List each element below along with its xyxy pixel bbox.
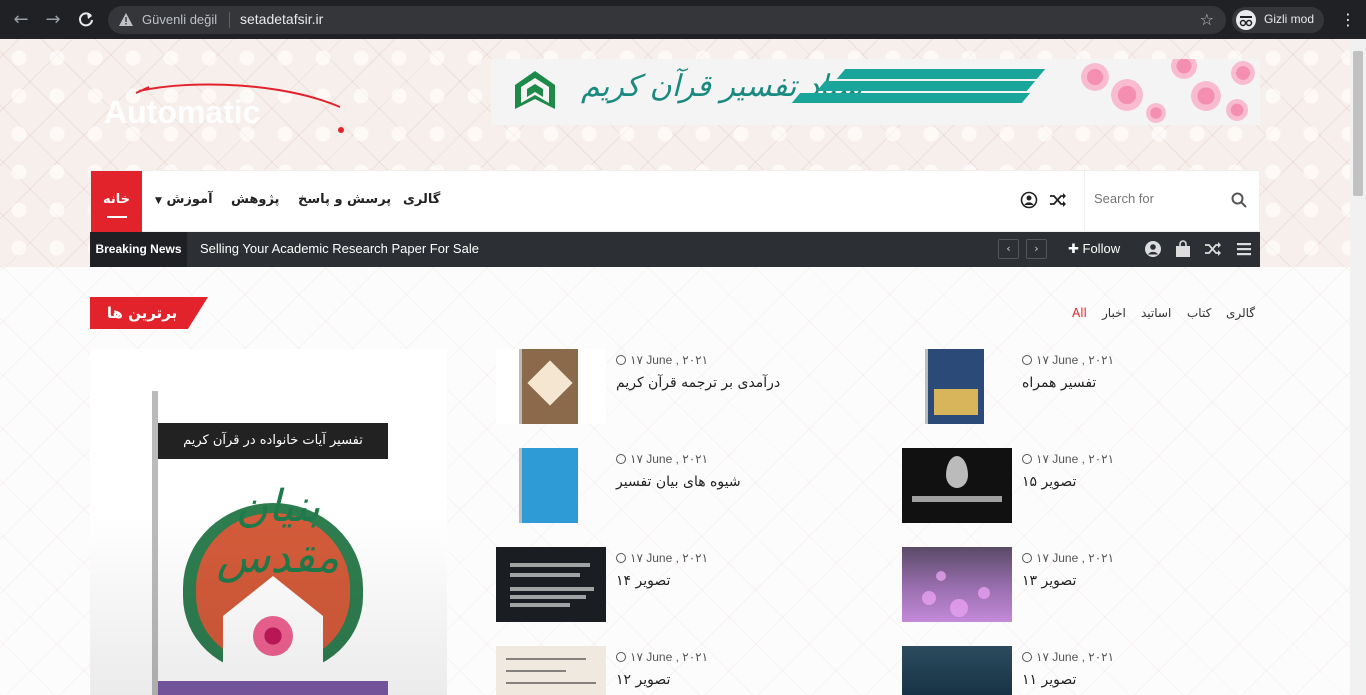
breaking-news-label: Breaking News — [90, 232, 187, 267]
post-title[interactable]: تفسیر همراه — [1022, 375, 1252, 391]
nav-item-label: آموزش — [166, 192, 213, 207]
address-bar[interactable]: Güvenli değil setadetafsir.ir ☆ — [108, 6, 1226, 34]
post-date: ۱۷ June , ۲۰۲۱ — [616, 452, 846, 466]
follow-button[interactable]: ✚ Follow — [1068, 241, 1120, 257]
forward-icon[interactable]: → — [42, 9, 64, 31]
flower-decoration — [1146, 103, 1166, 123]
hamburger-menu-icon[interactable] — [1235, 240, 1253, 258]
security-label[interactable]: Güvenli değil — [142, 12, 217, 27]
shuffle-icon[interactable] — [1049, 191, 1067, 209]
incognito-icon — [1236, 10, 1256, 30]
list-item[interactable]: ۱۷ June , ۲۰۲۱ تصویر ۱۲ — [496, 646, 846, 695]
more-menu-icon[interactable]: ⋮ — [1340, 10, 1356, 30]
shuffle-icon[interactable] — [1204, 240, 1222, 258]
site-logo[interactable]: Automatic — [104, 81, 354, 151]
post-title[interactable]: تصویر ۱۲ — [616, 672, 846, 688]
search-icon[interactable] — [1231, 192, 1247, 208]
user-icon[interactable] — [1020, 191, 1038, 209]
flower-decoration — [1226, 99, 1248, 121]
warning-icon — [119, 13, 133, 26]
post-title[interactable]: تصویر ۱۳ — [1022, 573, 1252, 589]
list-item[interactable]: ۱۷ June , ۲۰۲۱ تصویر ۱۱ — [902, 646, 1252, 695]
image-overlay — [90, 515, 447, 695]
nav-item-qa[interactable]: پرسش و پاسخ — [298, 192, 391, 207]
caret-down-icon: ▼ — [155, 196, 162, 206]
logo-text: Automatic — [104, 94, 260, 130]
filter-teachers[interactable]: اساتید — [1141, 306, 1171, 320]
post-title[interactable]: شیوه های بیان تفسیر — [616, 474, 846, 490]
post-date: ۱۷ June , ۲۰۲۱ — [1022, 353, 1252, 367]
header-banner[interactable]: ستاد تفسیر قرآن کریم — [491, 59, 1260, 125]
post-thumbnail[interactable] — [496, 547, 606, 622]
user-icon[interactable] — [1144, 240, 1162, 258]
post-date: ۱۷ June , ۲۰۲۱ — [616, 353, 846, 367]
section-title-text: برترین ها — [106, 304, 178, 322]
search-box — [1084, 171, 1259, 232]
post-title[interactable]: تصویر ۱۱ — [1022, 672, 1252, 688]
flower-decoration — [1231, 61, 1255, 85]
filter-gallery[interactable]: گالری — [1226, 306, 1255, 320]
list-item[interactable]: ۱۷ June , ۲۰۲۱ تصویر ۱۵ — [902, 448, 1252, 526]
browser-toolbar: ← → Güvenli değil setadetafsir.ir ☆ Gizl… — [0, 0, 1366, 39]
filter-books[interactable]: کتاب — [1187, 306, 1211, 320]
reload-icon[interactable] — [75, 9, 97, 31]
web-page: Automatic ستاد تفسیر قرآن کریم خانه آموز… — [0, 39, 1350, 695]
post-date: ۱۷ June , ۲۰۲۱ — [616, 650, 846, 664]
flower-decoration — [1081, 63, 1109, 91]
incognito-badge[interactable]: Gizli mod — [1232, 7, 1324, 33]
book-header-text: تفسیر آیات خانواده در قرآن کریم — [158, 423, 388, 459]
post-thumbnail[interactable] — [902, 349, 1012, 424]
post-thumbnail[interactable] — [902, 448, 1012, 523]
flower-decoration — [1171, 59, 1197, 79]
post-thumbnail[interactable] — [496, 646, 606, 695]
post-title[interactable]: تصویر ۱۴ — [616, 573, 846, 589]
post-thumbnail[interactable] — [496, 448, 606, 523]
banner-stripe — [836, 69, 1046, 79]
banner-stripe — [816, 81, 1036, 91]
divider — [229, 12, 230, 28]
post-date: ۱۷ June , ۲۰۲۱ — [1022, 650, 1252, 664]
list-item[interactable]: ۱۷ June , ۲۰۲۱ تفسیر همراه — [902, 349, 1252, 427]
banner-stripe — [791, 93, 1031, 103]
incognito-label: Gizli mod — [1264, 12, 1315, 26]
section-title: برترین ها — [90, 297, 208, 329]
flower-decoration — [1111, 79, 1143, 111]
list-item[interactable]: ۱۷ June , ۲۰۲۱ شیوه های بیان تفسیر — [496, 448, 846, 526]
nav-item-education[interactable]: آموزش ▼ — [155, 192, 213, 207]
nav-item-gallery[interactable]: گالری — [403, 192, 440, 207]
star-icon[interactable]: ☆ — [1200, 10, 1214, 29]
post-date: ۱۷ June , ۲۰۲۱ — [616, 551, 846, 565]
post-thumbnail[interactable] — [496, 349, 606, 424]
list-item[interactable]: ۱۷ June , ۲۰۲۱ درآمدی بر ترجمه قرآن کریم — [496, 349, 846, 427]
shopping-bag-icon[interactable] — [1174, 240, 1192, 258]
breaking-news-bar: Breaking News Selling Your Academic Rese… — [90, 232, 1260, 267]
flower-decoration — [1191, 81, 1221, 111]
post-date: ۱۷ June , ۲۰۲۱ — [1022, 452, 1252, 466]
filter-news[interactable]: اخبار — [1102, 306, 1126, 320]
featured-post[interactable]: تفسیر آیات خانواده در قرآن کریم بنیان مق… — [90, 349, 447, 695]
filter-all[interactable]: All — [1072, 306, 1087, 320]
post-title[interactable]: تصویر ۱۵ — [1022, 474, 1252, 490]
post-thumbnail[interactable] — [902, 646, 1012, 695]
page-scrollbar[interactable] — [1350, 39, 1366, 695]
search-input[interactable] — [1094, 191, 1224, 206]
list-item[interactable]: ۱۷ June , ۲۰۲۱ تصویر ۱۳ — [902, 547, 1252, 625]
post-date: ۱۷ June , ۲۰۲۱ — [1022, 551, 1252, 565]
chevron-right-icon[interactable]: › — [1026, 239, 1047, 259]
post-thumbnail[interactable] — [902, 547, 1012, 622]
main-navigation: خانه آموزش ▼ پژوهش پرسش و پاسخ گالری — [90, 170, 1260, 232]
nav-item-research[interactable]: پژوهش — [231, 192, 279, 207]
scrollbar-thumb[interactable] — [1353, 51, 1363, 196]
back-icon[interactable]: ← — [10, 9, 32, 31]
chevron-left-icon[interactable]: ‹ — [998, 239, 1019, 259]
breaking-news-headline[interactable]: Selling Your Academic Research Paper For… — [200, 241, 479, 256]
nav-home[interactable]: خانه — [91, 171, 142, 232]
follow-label: Follow — [1082, 241, 1121, 256]
book-emblem-icon — [515, 71, 555, 109]
url-text[interactable]: setadetafsir.ir — [240, 11, 323, 27]
list-item[interactable]: ۱۷ June , ۲۰۲۱ تصویر ۱۴ — [496, 547, 846, 625]
post-title[interactable]: درآمدی بر ترجمه قرآن کریم — [616, 375, 846, 391]
